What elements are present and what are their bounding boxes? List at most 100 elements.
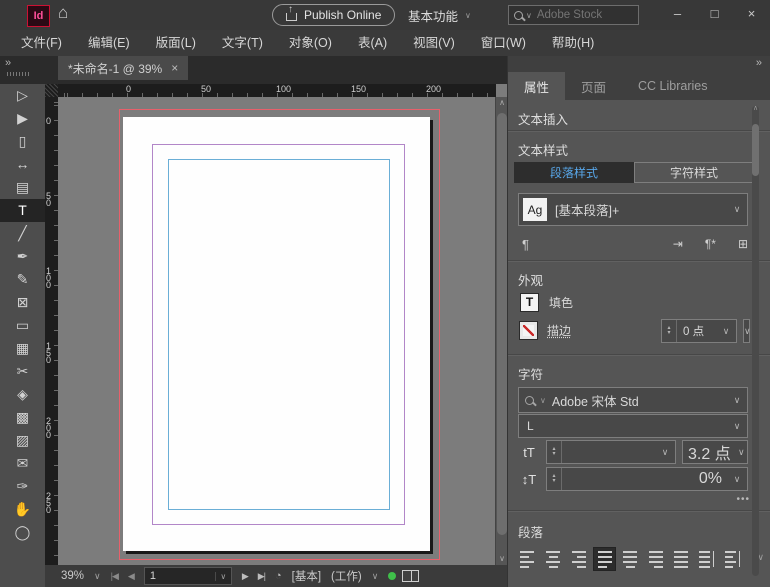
align-center-button[interactable] xyxy=(542,547,565,571)
vertical-ruler[interactable]: 0 50 100 150 200 250 xyxy=(45,97,58,565)
paragraph-options-icon[interactable]: ¶ xyxy=(522,237,529,252)
eyedropper-tool[interactable]: ✑ xyxy=(0,475,45,498)
justify-last-right-button[interactable] xyxy=(644,547,667,571)
chevron-down-icon[interactable]: ∨ xyxy=(727,468,747,490)
preflight-preset[interactable]: [基本] xyxy=(292,568,321,584)
panel-collapse-icon[interactable]: » xyxy=(756,57,762,69)
align-toward-spine-button[interactable] xyxy=(695,547,718,571)
line-tool[interactable]: ╱ xyxy=(0,222,45,245)
preflight-icon[interactable]: ◔ xyxy=(275,570,282,582)
menu-window[interactable]: 窗口(W) xyxy=(468,30,539,56)
tools-grip-handle[interactable] xyxy=(7,72,29,76)
align-away-spine-button[interactable] xyxy=(721,547,744,571)
close-button[interactable]: × xyxy=(733,0,770,26)
character-style-tab[interactable]: 字符样式 xyxy=(634,162,754,183)
rectangle-frame-tool[interactable]: ⊠ xyxy=(0,291,45,314)
leading-field[interactable]: ▴▾ 0% ∨ xyxy=(546,467,748,491)
stroke-weight-value[interactable]: 0 点 xyxy=(677,323,710,339)
chevron-down-icon[interactable]: ∨ xyxy=(655,441,675,463)
tools-collapse-icon[interactable]: » xyxy=(5,57,11,69)
menu-help[interactable]: 帮助(H) xyxy=(539,30,607,56)
menu-type[interactable]: 文字(T) xyxy=(209,30,276,56)
font-family-dropdown[interactable]: ∨ Adobe 宋体 Std ∨ xyxy=(518,387,748,413)
pen-tool[interactable]: ✒ xyxy=(0,245,45,268)
load-styles-icon[interactable]: ⇥ xyxy=(673,237,683,251)
chevron-down-icon[interactable]: ∨ xyxy=(736,441,747,463)
publish-online-button[interactable]: Publish Online xyxy=(272,4,395,26)
menu-layout[interactable]: 版面(L) xyxy=(143,30,209,56)
gradient-swatch-tool[interactable]: ▩ xyxy=(0,406,45,429)
free-transform-tool[interactable]: ◈ xyxy=(0,383,45,406)
align-left-button[interactable] xyxy=(516,547,539,571)
menu-table[interactable]: 表(A) xyxy=(345,30,400,56)
hand-tool[interactable]: ✋ xyxy=(0,498,45,521)
last-page-button[interactable]: ▶| xyxy=(258,571,265,582)
page-tool[interactable]: ▯ xyxy=(0,130,45,153)
chevron-down-icon[interactable]: ∨ xyxy=(727,388,747,412)
pasteboard[interactable] xyxy=(58,97,496,565)
pencil-tool[interactable]: ✎ xyxy=(0,268,45,291)
home-icon[interactable]: ⌂ xyxy=(58,3,68,23)
menu-edit[interactable]: 编辑(E) xyxy=(75,30,143,56)
chevron-down-icon[interactable]: ∨ xyxy=(744,320,751,342)
next-page-button[interactable]: ▶ xyxy=(242,571,248,582)
tab-pages[interactable]: 页面 xyxy=(565,72,622,100)
rectangle-tool[interactable]: ▭ xyxy=(0,314,45,337)
type-tool[interactable]: T xyxy=(0,199,45,222)
menu-view[interactable]: 视图(V) xyxy=(400,30,468,56)
horizontal-ruler[interactable]: 0 50 100 150 200 xyxy=(58,84,496,97)
font-size-secondary-value[interactable]: 3.2 点 xyxy=(683,440,736,464)
align-right-button[interactable] xyxy=(567,547,590,571)
font-size-secondary-field[interactable]: 3.2 点 ∨ xyxy=(682,440,748,464)
document-tab[interactable]: *未命名-1 @ 39% × xyxy=(58,56,188,80)
font-style-dropdown[interactable]: L ∨ xyxy=(518,414,748,438)
paragraph-style-tab[interactable]: 段落样式 xyxy=(514,162,634,183)
horizontal-grid-tool[interactable]: ▦ xyxy=(0,337,45,360)
paragraph-style-dropdown[interactable]: Ag [基本段落]+ ∨ xyxy=(518,193,748,226)
zoom-tool[interactable]: ◯ xyxy=(0,521,45,544)
scissors-tool[interactable]: ✂ xyxy=(0,360,45,383)
stroke-label[interactable]: 描边 xyxy=(547,322,571,339)
note-tool[interactable]: ✉ xyxy=(0,452,45,475)
tab-close-icon[interactable]: × xyxy=(171,61,178,75)
leading-value[interactable]: 0% xyxy=(694,470,727,488)
tab-cc-libraries[interactable]: CC Libraries xyxy=(622,72,723,100)
stroke-type-dropdown[interactable]: ∨ xyxy=(743,319,750,343)
first-page-button[interactable]: |◀ xyxy=(111,571,118,582)
zoom-level[interactable]: 39% xyxy=(61,570,84,582)
gradient-feather-tool[interactable]: ▨ xyxy=(0,429,45,452)
maximize-button[interactable]: □ xyxy=(696,0,733,26)
zoom-chevron-icon[interactable]: ∨ xyxy=(94,571,101,582)
chevron-down-icon[interactable]: ∨ xyxy=(716,320,736,342)
menu-file[interactable]: 文件(F) xyxy=(8,30,75,56)
font-size-field[interactable]: ▴▾ ∨ xyxy=(546,440,676,464)
selection-tool[interactable]: ▷ xyxy=(0,84,45,107)
chevron-down-icon[interactable]: ∨ xyxy=(727,415,747,437)
previous-page-button[interactable]: ◀ xyxy=(128,571,134,582)
page-number-field[interactable]: ∨ xyxy=(144,567,232,585)
chevron-down-icon[interactable]: ∨ xyxy=(727,194,747,225)
text-frame[interactable] xyxy=(168,159,390,510)
direct-selection-tool[interactable]: ▶ xyxy=(0,107,45,130)
panel-scroll-up-icon[interactable]: ∧ xyxy=(752,104,759,112)
stroke-swatch[interactable] xyxy=(520,322,537,339)
adobe-stock-search[interactable]: ∨ xyxy=(508,5,639,25)
new-style-icon[interactable]: ⊞ xyxy=(738,237,748,251)
more-options-icon[interactable]: ••• xyxy=(736,494,750,505)
workspace-switcher[interactable]: 基本功能 ∨ xyxy=(408,6,471,25)
stroke-weight-field[interactable]: ▴▾ 0 点 ∨ xyxy=(661,319,737,343)
clear-overrides-icon[interactable]: ¶* xyxy=(705,237,716,251)
justify-last-left-button[interactable] xyxy=(593,547,616,571)
menu-object[interactable]: 对象(O) xyxy=(276,30,345,56)
scrollbar-thumb[interactable] xyxy=(497,113,507,535)
panel-scrollbar-thumb[interactable] xyxy=(752,124,759,176)
justify-all-button[interactable] xyxy=(670,547,693,571)
gap-tool[interactable]: ↔ xyxy=(0,153,45,176)
page-dropdown-icon[interactable]: ∨ xyxy=(215,572,231,581)
search-input[interactable] xyxy=(535,8,617,22)
tab-properties[interactable]: 属性 xyxy=(508,72,565,100)
page-number-input[interactable] xyxy=(145,570,215,582)
preflight-chevron-icon[interactable]: ∨ xyxy=(372,571,379,582)
minimize-button[interactable]: – xyxy=(659,0,696,26)
panel-scrollbar[interactable]: ∧ xyxy=(752,106,759,576)
